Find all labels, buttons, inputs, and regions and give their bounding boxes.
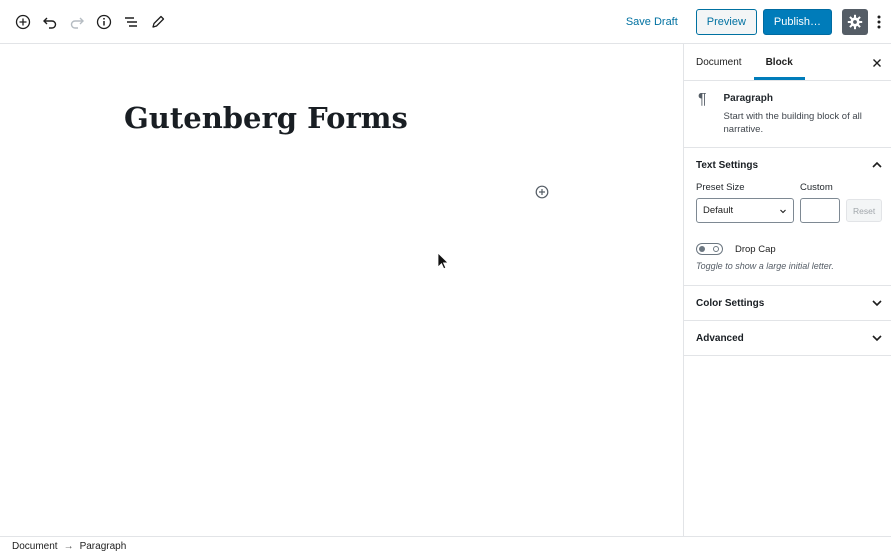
text-settings-body: Preset Size Default Custom Reset Drop Ca… [684, 182, 891, 285]
custom-size-input[interactable] [800, 198, 840, 223]
undo-icon[interactable] [36, 8, 63, 35]
paragraph-icon: ¶ [698, 91, 707, 108]
chevron-down-icon [872, 335, 882, 342]
custom-size-label: Custom [800, 182, 833, 193]
redo-icon[interactable] [63, 8, 90, 35]
chevron-down-icon [780, 209, 786, 213]
reset-button[interactable]: Reset [846, 199, 883, 222]
drop-cap-help: Toggle to show a large initial letter. [696, 261, 834, 271]
info-icon[interactable] [90, 8, 117, 35]
toggle-off-indicator [713, 245, 719, 252]
breadcrumb: Document → Paragraph [0, 536, 891, 555]
save-draft-button[interactable]: Save Draft [626, 16, 678, 28]
advanced-panel: Advanced [684, 321, 891, 356]
font-size-picker: Preset Size Default Custom Reset [696, 182, 883, 223]
sidebar-tabs: Document Block [684, 44, 891, 81]
block-card-description: Start with the building block of all nar… [723, 111, 862, 135]
header-toolbar [0, 8, 171, 35]
preset-size-label: Preset Size [696, 182, 745, 193]
editor-header: Save Draft Preview Publish… [0, 0, 891, 44]
block-card: ¶ Paragraph Start with the building bloc… [684, 81, 891, 148]
more-vertical-icon [877, 15, 881, 28]
text-settings-panel: Text Settings Preset Size Default Custom… [684, 148, 891, 286]
text-settings-title: Text Settings [696, 159, 759, 171]
breadcrumb-document[interactable]: Document [12, 541, 58, 552]
color-settings-title: Color Settings [696, 297, 765, 309]
close-icon[interactable] [871, 56, 883, 68]
preset-size-value: Default [703, 205, 734, 216]
advanced-title: Advanced [696, 332, 744, 344]
text-settings-toggle[interactable]: Text Settings [684, 148, 891, 182]
chevron-up-icon [872, 161, 882, 168]
drop-cap-toggle[interactable] [696, 243, 723, 255]
settings-sidebar: Document Block ¶ Paragraph Start with th… [683, 44, 891, 536]
preset-size-select[interactable]: Default [696, 198, 794, 223]
header-settings: Save Draft Preview Publish… [626, 8, 891, 35]
tab-block[interactable]: Block [753, 44, 805, 80]
editor-canvas[interactable]: Gutenberg Forms [0, 44, 683, 536]
more-menu-button[interactable] [870, 9, 888, 35]
color-settings-panel: Color Settings [684, 286, 891, 321]
add-block-icon[interactable] [9, 8, 36, 35]
breadcrumb-paragraph[interactable]: Paragraph [80, 541, 127, 552]
tools-icon[interactable] [144, 8, 171, 35]
post-title[interactable]: Gutenberg Forms [124, 101, 408, 135]
gear-icon [847, 14, 863, 29]
color-settings-toggle[interactable]: Color Settings [684, 286, 891, 320]
outline-icon[interactable] [117, 8, 144, 35]
advanced-toggle[interactable]: Advanced [684, 321, 891, 355]
publish-button[interactable]: Publish… [762, 8, 832, 35]
tab-document[interactable]: Document [684, 44, 754, 80]
preview-button[interactable]: Preview [695, 8, 757, 35]
block-card-title: Paragraph [723, 93, 773, 104]
toggle-knob [699, 245, 705, 252]
settings-button[interactable] [842, 8, 868, 35]
inline-inserter-icon[interactable] [535, 185, 549, 199]
arrow-right-icon: → [63, 540, 74, 552]
drop-cap-label: Drop Cap [735, 243, 776, 255]
drop-cap-row: Drop Cap [696, 243, 879, 255]
chevron-down-icon [872, 300, 882, 307]
mouse-cursor-icon [437, 252, 449, 270]
